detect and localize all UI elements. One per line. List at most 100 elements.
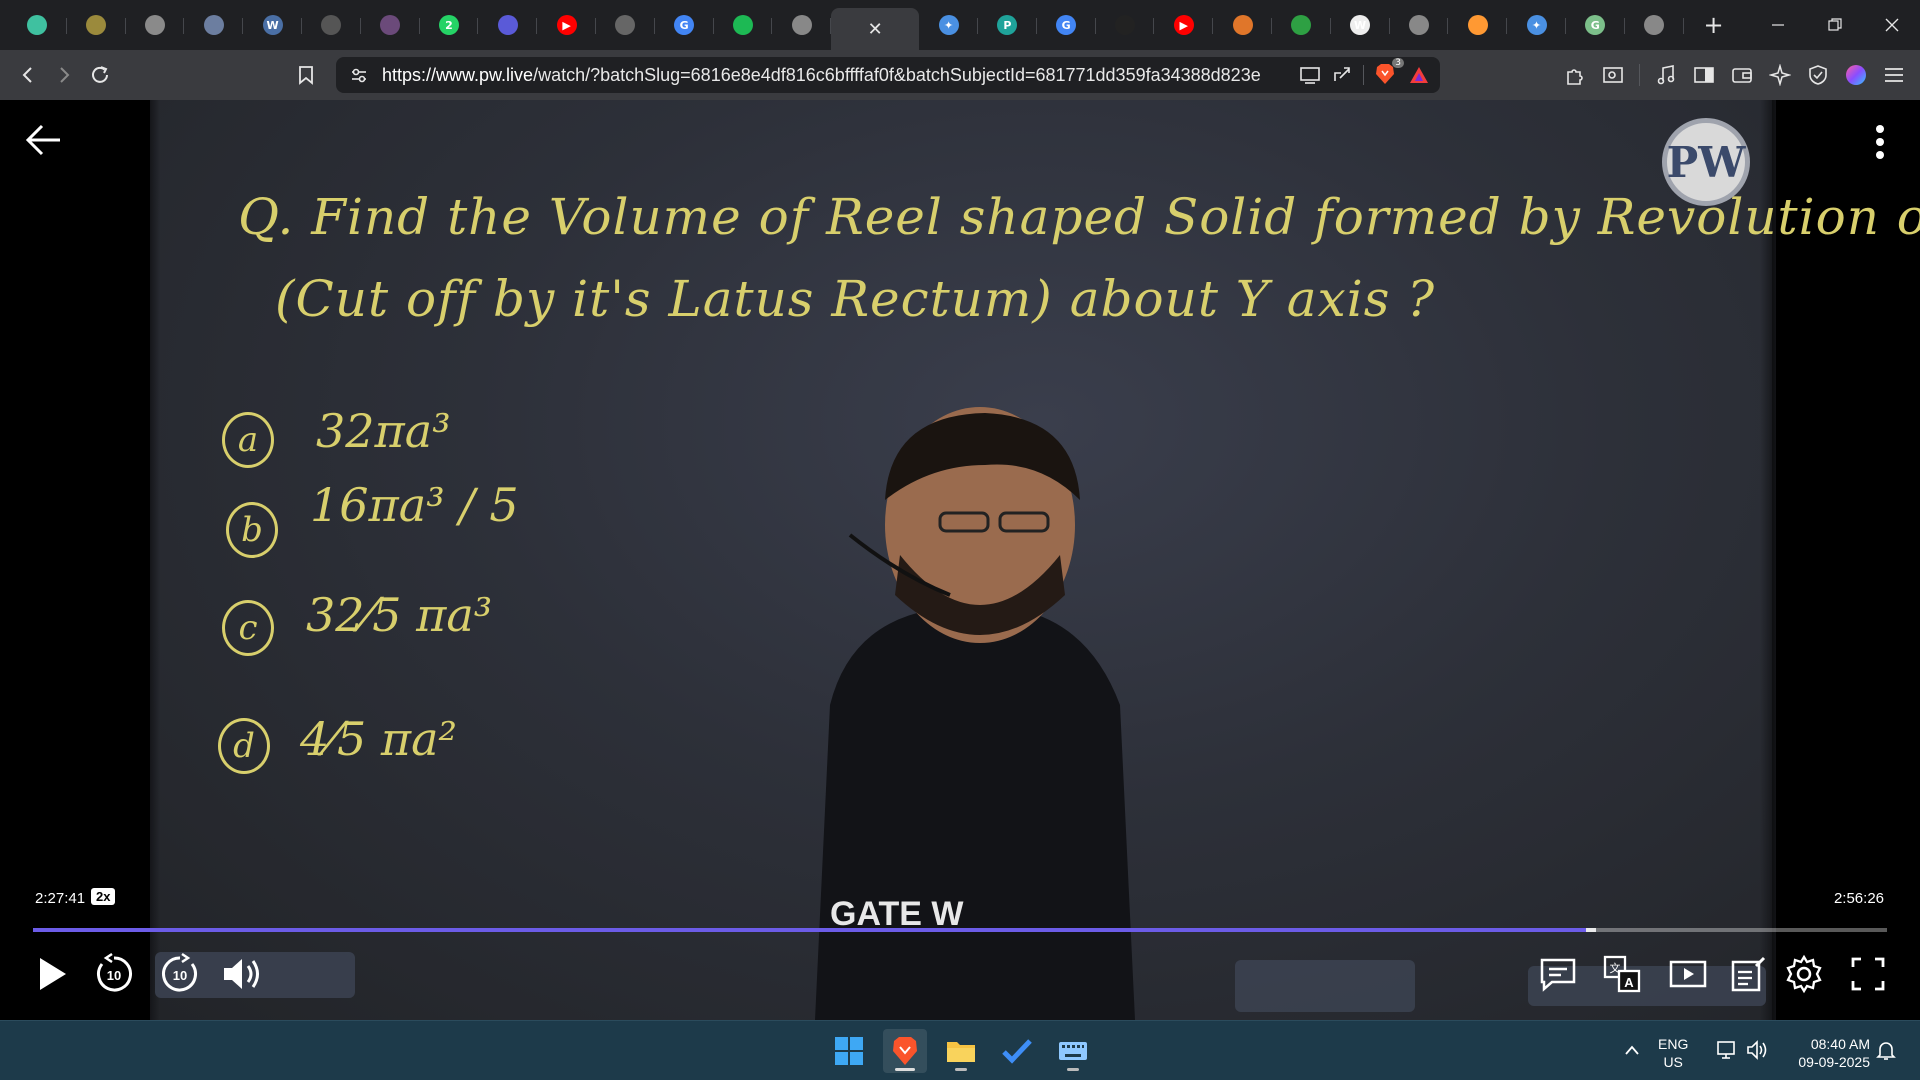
browser-tab-10[interactable] [596,6,655,44]
sidebar-button[interactable] [1686,57,1722,93]
doubts-chat-button[interactable] [1536,952,1580,996]
translate-button[interactable]: A文 [1600,952,1644,996]
leo-ai-button[interactable] [1762,57,1798,93]
input-language[interactable]: ENG US [1658,1035,1688,1071]
circle-icon [615,15,636,35]
taskbar-keyboard[interactable] [1051,1029,1095,1073]
browser-tab-9[interactable]: ▶ [537,6,596,44]
circle-icon: P [997,15,1018,35]
browser-tab-11[interactable]: G [655,6,714,44]
more-vertical-icon [1876,125,1884,159]
browser-tab-4[interactable]: W [243,6,302,44]
start-button[interactable] [827,1029,871,1073]
player-more-button[interactable] [1870,122,1890,162]
play-button[interactable] [30,952,74,996]
circle-icon [27,15,48,35]
taskbar-file-explorer[interactable] [939,1029,983,1073]
restore-button[interactable] [1806,0,1863,50]
address-bar[interactable]: https://www.pw.live/watch/?batchSlug=681… [336,57,1440,93]
browser-tab-15[interactable]: ✦ [919,6,978,44]
close-window-button[interactable] [1863,0,1920,50]
browser-tab-17[interactable]: G [1037,6,1096,44]
svg-text:A: A [1624,975,1634,990]
browser-tab-27[interactable] [1625,6,1684,44]
browser-tab-5[interactable] [302,6,361,44]
forward-button[interactable] [46,57,82,93]
browser-tab-1[interactable] [67,6,126,44]
bookmark-button[interactable] [288,57,324,93]
notes-button[interactable] [1726,952,1770,996]
youtube-icon: ▶ [556,15,577,35]
browser-tab-21[interactable] [1272,6,1331,44]
browser-tab-24[interactable] [1448,6,1507,44]
cast-icon[interactable] [1299,65,1321,85]
browser-tab-6[interactable] [361,6,420,44]
seek-bar-played [33,928,1586,932]
chevron-right-icon [60,67,70,83]
folder-icon [947,1042,975,1062]
back-button[interactable] [10,57,46,93]
forward-10-button[interactable]: 10 [158,952,202,996]
new-tab-button[interactable]: + [1694,11,1734,39]
browser-tab-14[interactable]: ✕ [831,8,920,50]
share-icon[interactable] [1331,65,1353,85]
brave-shields-button[interactable]: 3 [1374,58,1404,88]
google-icon: G [1056,15,1077,35]
chevron-up-icon[interactable] [1624,1043,1640,1057]
browser-tab-23[interactable] [1390,6,1449,44]
brave-lion-icon [893,1037,917,1065]
media-button[interactable] [1648,57,1684,93]
circle-icon [380,15,401,35]
network-icon[interactable] [1716,1039,1738,1061]
reload-button[interactable] [82,57,118,93]
sparkle-icon: ✦ [938,15,959,35]
speaker-icon[interactable] [1746,1039,1770,1061]
toolbar-right-actions [1557,57,1912,93]
notification-bell-icon[interactable] [1876,1039,1896,1061]
windows-taskbar: ENG US 08:40 AM 09-09-2025 [0,1020,1920,1080]
profile-button[interactable] [1838,57,1874,93]
chevron-left-icon [22,67,32,83]
volume-button[interactable] [220,952,264,996]
brave-rewards-icon[interactable] [1408,65,1430,85]
browser-tab-12[interactable] [714,6,773,44]
fullscreen-button[interactable] [1846,952,1890,996]
vpn-button[interactable] [1800,57,1836,93]
main-menu-button[interactable] [1876,57,1912,93]
browser-tab-18[interactable] [1096,6,1155,44]
browser-tab-8[interactable] [478,6,537,44]
system-clock[interactable]: 08:40 AM 09-09-2025 [1780,1035,1870,1071]
settings-button[interactable] [1782,952,1826,996]
taskbar-todo[interactable] [995,1029,1039,1073]
site-settings-icon[interactable] [350,66,368,84]
browser-tab-20[interactable] [1213,6,1272,44]
chat-icon [1540,958,1576,992]
video-player[interactable]: Q. Find the Volume of Reel shaped Solid … [0,100,1920,1020]
wallet-button[interactable] [1724,57,1760,93]
browser-tab-26[interactable]: G [1566,6,1625,44]
browser-tab-3[interactable] [184,6,243,44]
browser-tab-0[interactable] [8,6,67,44]
browser-tab-13[interactable] [772,6,831,44]
browser-tab-7[interactable]: 2 [420,6,479,44]
circle-icon: 2 [438,15,459,35]
browser-tab-16[interactable]: P [978,6,1037,44]
option-c-marker: c [222,600,274,656]
minimize-button[interactable] [1749,0,1806,50]
browser-tab-19[interactable]: ▶ [1154,6,1213,44]
browser-tab-2[interactable] [126,6,185,44]
picture-in-picture-button[interactable] [1666,952,1710,996]
region-code: US [1663,1054,1683,1070]
seek-bar-buffered [1585,928,1596,932]
player-back-button[interactable] [24,120,64,160]
close-icon[interactable]: ✕ [868,19,883,40]
extensions-button[interactable] [1557,57,1593,93]
taskbar-brave[interactable] [883,1029,927,1073]
rewind-10-button[interactable]: 10 [92,952,136,996]
playback-speed-badge[interactable]: 2x [91,888,116,905]
browser-tab-25[interactable]: ✦ [1507,6,1566,44]
seek-bar[interactable] [33,928,1887,932]
translate-icon: A文 [1603,955,1641,993]
browser-tab-22[interactable]: W [1331,6,1390,44]
reader-mode-button[interactable] [1595,57,1631,93]
